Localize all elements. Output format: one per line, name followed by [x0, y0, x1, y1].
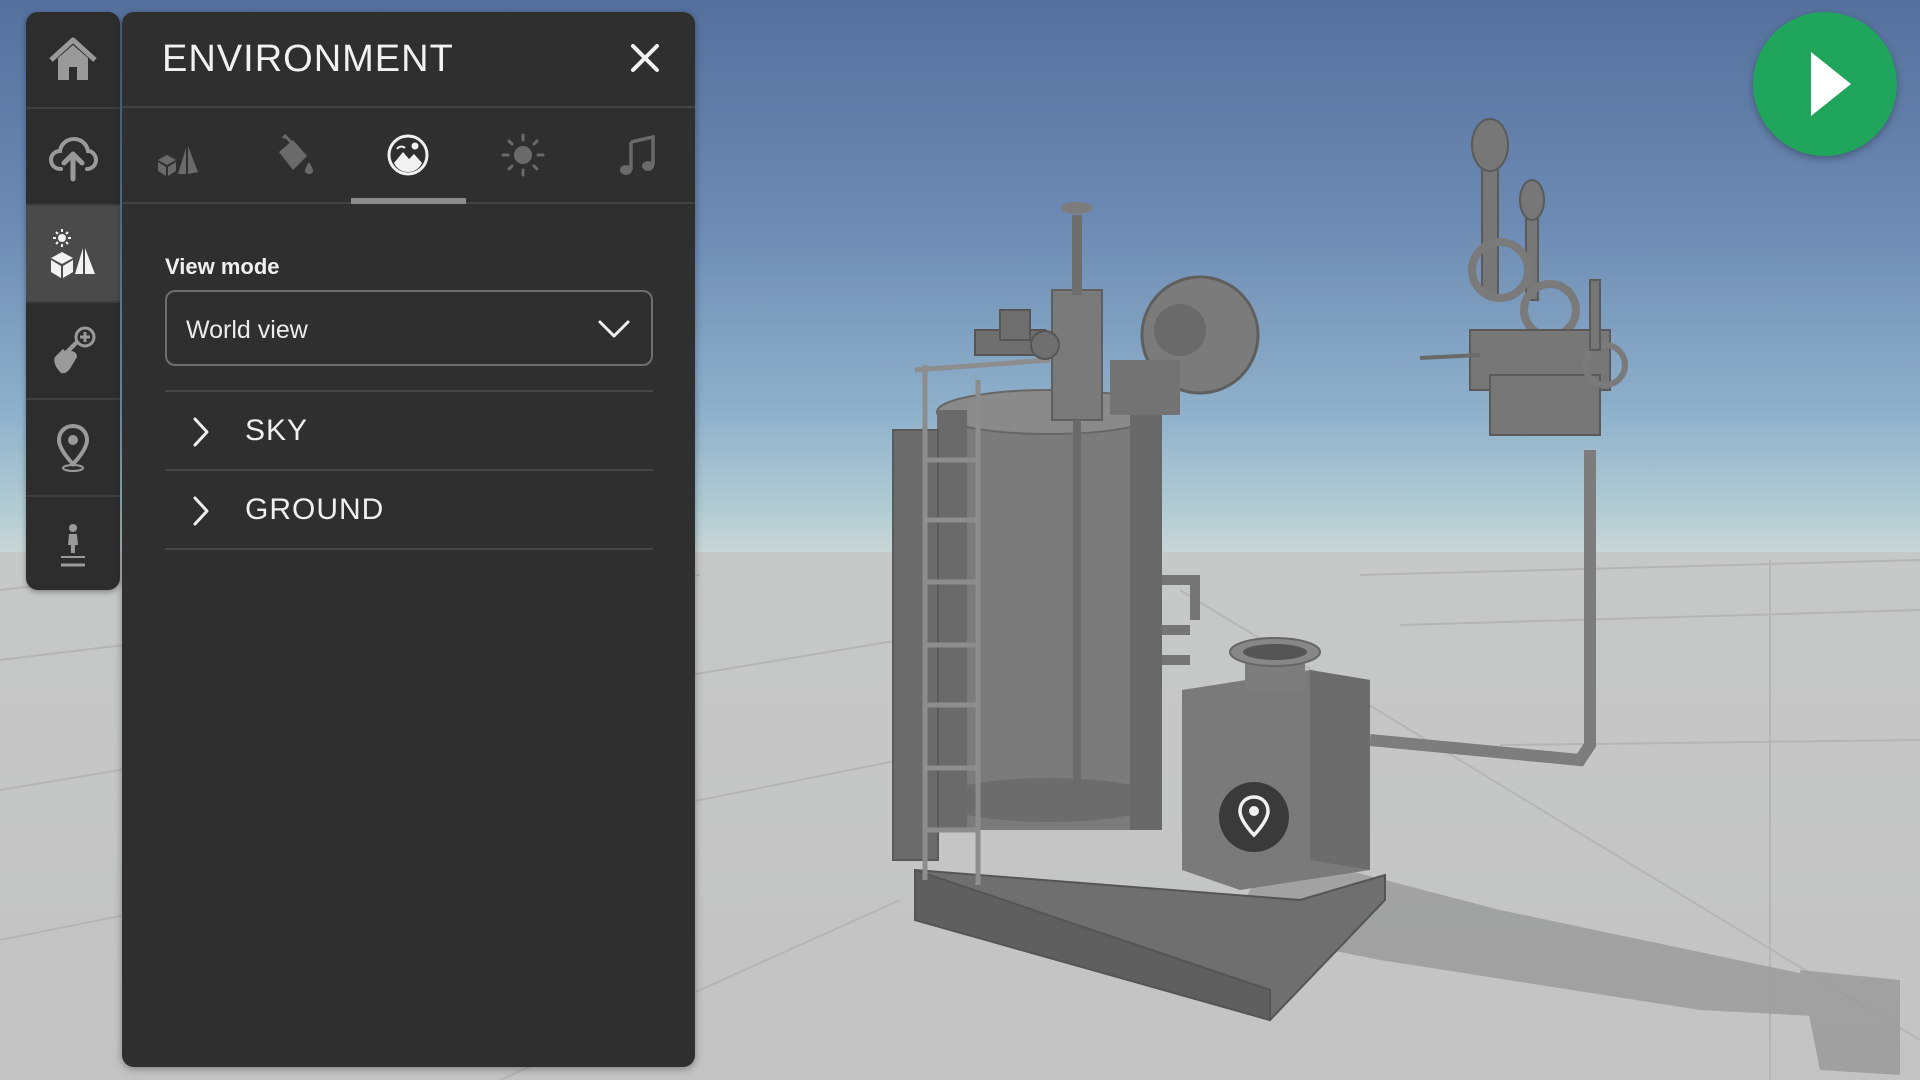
rail-upload-button[interactable] — [26, 109, 120, 206]
rail-home-button[interactable] — [26, 12, 120, 109]
close-button[interactable] — [623, 36, 667, 80]
play-icon — [1811, 52, 1851, 116]
rail-environment-button[interactable] — [26, 206, 120, 303]
environment-tab-bar — [122, 108, 695, 204]
tab-audio[interactable] — [580, 108, 695, 202]
paint-bucket-icon — [278, 133, 313, 174]
cloud-upload-icon — [48, 136, 99, 181]
objects-icon — [158, 146, 199, 176]
section-ground-label: GROUND — [245, 493, 385, 526]
panel-body: View mode World view SKY GROUND — [122, 204, 695, 550]
landscape-icon — [387, 134, 429, 176]
section-sky-label: SKY — [245, 414, 309, 447]
home-icon — [49, 37, 97, 80]
section-sky[interactable]: SKY — [165, 392, 653, 471]
chevron-down-icon — [598, 320, 630, 338]
environment-icon — [51, 228, 95, 278]
panel-header: ENVIRONMENT — [122, 12, 695, 108]
tool-rail — [26, 12, 120, 590]
section-list: SKY GROUND — [165, 390, 653, 550]
location-pin-icon — [56, 423, 90, 472]
play-button[interactable] — [1753, 12, 1897, 156]
person-spawn-icon — [61, 523, 85, 566]
environment-panel: ENVIRONMENT View mode World view SKY GRO… — [122, 12, 695, 1067]
chevron-right-icon — [193, 417, 209, 447]
view-mode-label: View mode — [165, 254, 280, 279]
location-marker[interactable] — [1219, 782, 1289, 852]
section-ground[interactable]: GROUND — [165, 471, 653, 550]
location-pin-icon — [1238, 795, 1270, 838]
music-note-icon — [619, 134, 655, 175]
rail-spawn-button[interactable] — [26, 497, 120, 590]
tab-objects[interactable] — [122, 108, 237, 202]
view-mode-selected-value: World view — [186, 316, 308, 344]
add-interaction-icon — [54, 326, 96, 373]
rail-location-button[interactable] — [26, 400, 120, 497]
sun-icon — [501, 133, 545, 177]
tab-landscape[interactable] — [351, 108, 466, 204]
tab-paint[interactable] — [237, 108, 352, 202]
chevron-right-icon — [193, 496, 209, 526]
view-mode-dropdown[interactable]: World view — [165, 290, 653, 366]
close-icon — [631, 44, 659, 72]
rail-interaction-button[interactable] — [26, 303, 120, 400]
panel-title: ENVIRONMENT — [162, 38, 454, 80]
tab-lighting[interactable] — [466, 108, 581, 202]
